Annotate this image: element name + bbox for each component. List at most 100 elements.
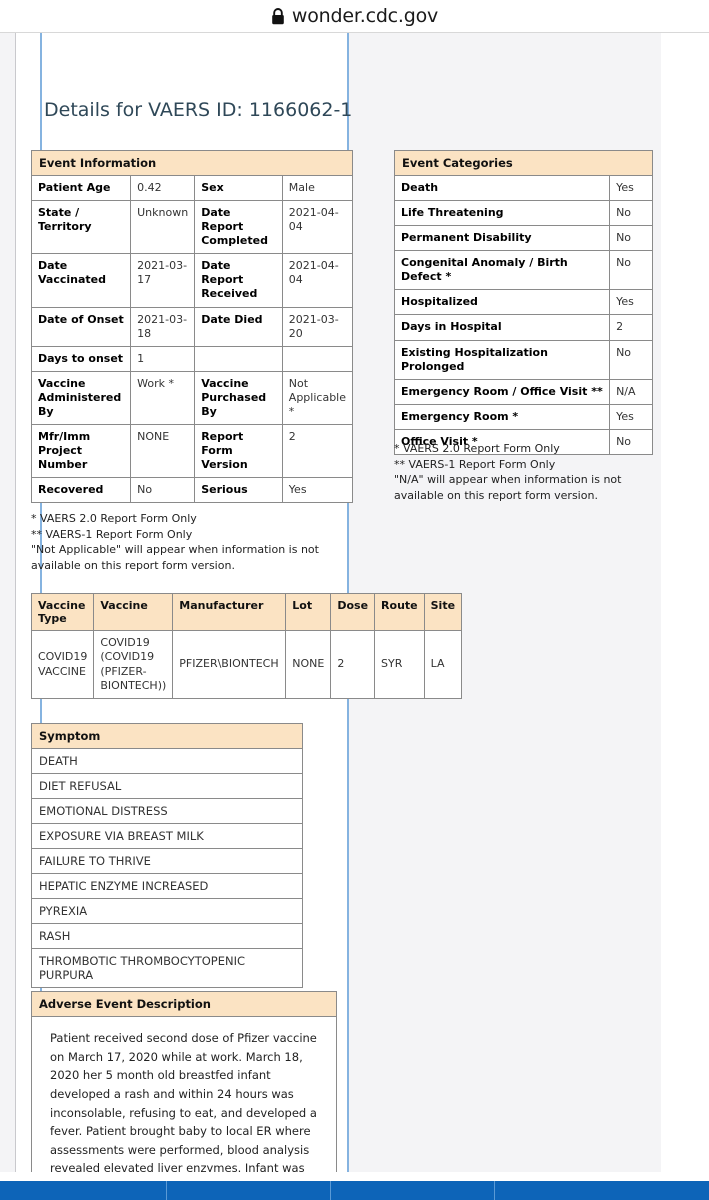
row-label: Date Vaccinated [30,253,132,308]
table-row: EMOTIONAL DISTRESS [31,798,303,824]
column-header-lot: Lot [285,593,332,631]
url-container[interactable]: wonder.cdc.gov [271,5,438,27]
table-row: FAILURE TO THRIVE [31,848,303,874]
row-label: Death [393,174,611,202]
table-row: Existing Hospitalization Prolonged No [393,339,653,380]
table-row: DIET REFUSAL [31,773,303,799]
table-caption-row: Event Information [31,150,353,176]
table-row: EXPOSURE VIA BREAST MILK [31,823,303,849]
footnote-line: ** VAERS-1 Report Form Only [394,457,556,471]
bottom-toolbar[interactable] [0,1181,709,1200]
row-label: Serious [194,477,283,504]
table-row: Emergency Room * Yes [393,403,653,430]
toolbar-divider [166,1181,167,1200]
symptom-item: HEPATIC ENZYME INCREASED [31,873,303,899]
row-label: Report Form Version [194,424,283,479]
row-value: Yes [609,289,653,316]
table-row: COVID19 VACCINE COVID19 (COVID19 (PFIZER… [30,629,463,700]
toolbar-divider [494,1181,495,1200]
row-label: Hospitalized [393,289,611,316]
event-information-caption: Event Information [31,150,353,176]
row-value: 2 [609,314,653,341]
table-row: Recovered No Serious Yes [30,477,354,504]
row-value: Male [281,174,354,202]
browser-address-bar[interactable]: wonder.cdc.gov [0,0,709,33]
table-header-row: Vaccine Type Vaccine Manufacturer Lot Do… [30,593,463,631]
row-value: No [609,250,653,291]
event-categories-table: Event Categories Death Yes Life Threaten… [393,150,653,455]
row-label: Recovered [30,477,132,504]
row-label: Emergency Room * [393,403,611,430]
table-row: THROMBOTIC THROMBOCYTOPENIC PURPURA [31,948,303,988]
row-label: Vaccine Purchased By [194,370,283,426]
row-value: 0.42 [130,174,196,202]
row-value: 2021-04-04 [281,253,354,308]
row-value: No [130,477,196,504]
row-value: No [609,225,653,252]
table-row: Patient Age 0.42 Sex Male [30,174,354,202]
row-value: Yes [609,174,653,202]
row-value: 1 [130,345,196,372]
footnote-line: * VAERS 2.0 Report Form Only [31,512,197,525]
url-text: wonder.cdc.gov [291,5,439,27]
row-value: NONE [130,424,196,479]
table-row: Mfr/Imm Project Number NONE Report Form … [30,424,354,479]
table-row: Vaccine Administered By Work * Vaccine P… [30,370,354,426]
page-title: Details for VAERS ID: 1166062-1 [44,99,353,121]
event-information-panel: Event Information Patient Age 0.42 Sex M… [30,150,354,504]
row-label [194,345,283,372]
row-value: Not Applicable * [281,370,354,426]
event-categories-caption: Event Categories [394,150,653,176]
table-row: Date of Onset 2021-03-18 Date Died 2021-… [30,306,354,347]
cell-vaccine: COVID19 (COVID19 (PFIZER-BIONTECH)) [93,629,174,700]
footnote-line: "Not Applicable" will appear when inform… [31,543,319,572]
row-value [281,345,354,372]
row-label: Days to onset [30,345,132,372]
row-label: Mfr/Imm Project Number [30,424,132,479]
symptom-item: DIET REFUSAL [31,773,303,799]
cell-vaccine-type: COVID19 VACCINE [30,629,95,700]
column-header-vaccine: Vaccine [93,593,174,631]
table-row: Permanent Disability No [393,225,653,252]
cell-lot: NONE [285,629,332,700]
row-label: Date Died [194,306,283,347]
page-content: Details for VAERS ID: 1166062-1 Event In… [0,33,709,1200]
cell-dose: 2 [330,629,376,700]
row-label: Date of Onset [30,306,132,347]
table-row: DEATH [31,748,303,774]
row-value: 2021-03-17 [130,253,196,308]
footnote-line: * VAERS 2.0 Report Form Only [394,442,560,455]
table-row: Life Threatening No [393,200,653,227]
symptom-panel: Symptom DEATH DIET REFUSAL EMOTIONAL DIS… [31,723,303,988]
row-value: Yes [281,477,354,504]
event-information-footnotes: * VAERS 2.0 Report Form Only ** VAERS-1 … [31,511,341,573]
row-value: 2 [281,424,354,479]
row-label: Patient Age [30,174,132,202]
event-categories-panel: Event Categories Death Yes Life Threaten… [393,150,653,455]
row-value: Yes [609,403,653,430]
column-header-site: Site [423,593,463,631]
row-label: Date Report Received [194,253,283,308]
row-label: Congenital Anomaly / Birth Defect * [393,250,611,291]
table-row: HEPATIC ENZYME INCREASED [31,873,303,899]
symptom-item: EMOTIONAL DISTRESS [31,798,303,824]
row-value: Unknown [130,200,196,255]
symptom-item: EXPOSURE VIA BREAST MILK [31,823,303,849]
vaccine-panel: Vaccine Type Vaccine Manufacturer Lot Do… [30,593,463,700]
table-row: PYREXIA [31,898,303,924]
table-caption-row: Symptom [31,723,303,749]
table-row: RASH [31,923,303,949]
row-label: Date Report Completed [194,200,283,255]
symptom-item: RASH [31,923,303,949]
page-viewport: Details for VAERS ID: 1166062-1 Event In… [0,33,709,1200]
adverse-event-description-panel: Adverse Event Description Patient receiv… [31,991,337,1200]
row-value: N/A [609,378,653,405]
table-row: Days in Hospital 2 [393,314,653,341]
symptom-item: THROMBOTIC THROMBOCYTOPENIC PURPURA [31,948,303,988]
event-information-table: Event Information Patient Age 0.42 Sex M… [30,150,354,504]
row-label: Sex [194,174,283,202]
row-value: 2021-04-04 [281,200,354,255]
column-header-dose: Dose [330,593,376,631]
symptom-item: DEATH [31,748,303,774]
vaccine-table: Vaccine Type Vaccine Manufacturer Lot Do… [30,593,463,700]
